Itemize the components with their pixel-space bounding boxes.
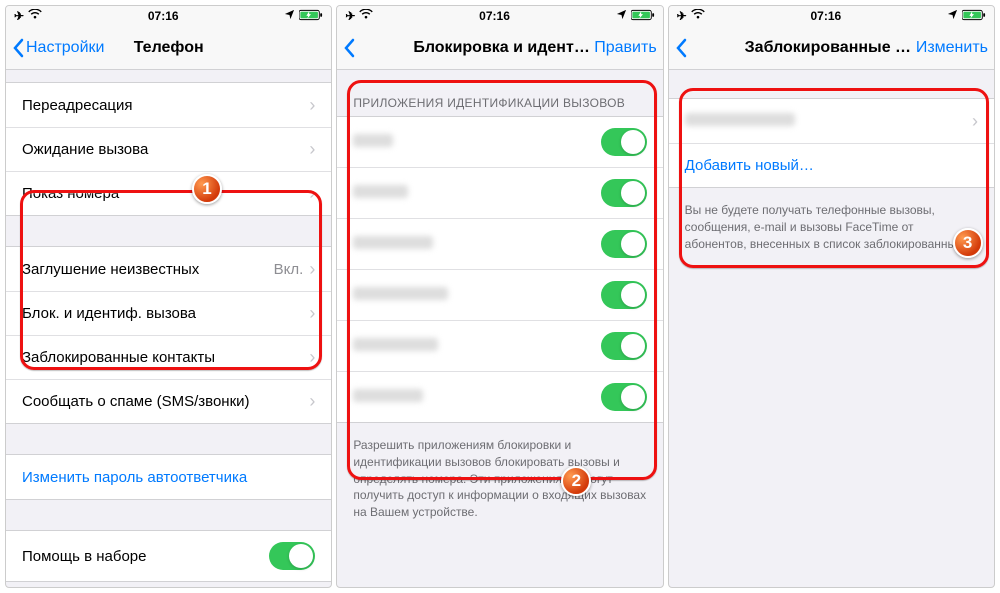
label: Блок. и идентиф. вызова	[22, 305, 309, 322]
location-icon	[284, 9, 295, 23]
row-blocked-contacts[interactable]: Заблокированные контакты ›	[6, 335, 331, 379]
chevron-right-icon: ›	[309, 391, 315, 412]
status-bar: ✈︎ 07:16	[337, 6, 662, 26]
label: Изменить пароль автоответчика	[22, 469, 315, 486]
chevron-right-icon: ›	[309, 303, 315, 324]
status-bar: ✈︎ 07:16	[6, 6, 331, 26]
edit-button[interactable]: Изменить	[916, 39, 988, 57]
label: Сообщать о спаме (SMS/звонки)	[22, 393, 309, 410]
edit-button[interactable]: Править	[594, 39, 656, 57]
back-button[interactable]	[343, 38, 355, 58]
blocked-contact-row[interactable]: ›	[669, 99, 994, 143]
app-row[interactable]	[337, 320, 662, 371]
chevron-right-icon: ›	[309, 183, 315, 204]
page-title: Заблокированные конта…	[695, 39, 916, 57]
group-header: ПРИЛОЖЕНИЯ ИДЕНТИФИКАЦИИ ВЫЗОВОВ	[337, 90, 662, 116]
label: Переадресация	[22, 97, 309, 114]
screen-phone-settings: ✈︎ 07:16 Настройки Телефон Переадресация…	[5, 5, 332, 588]
label: Заглушение неизвестных	[22, 261, 274, 278]
label: Заблокированные контакты	[22, 349, 309, 366]
chevron-right-icon: ›	[309, 347, 315, 368]
app-row[interactable]	[337, 371, 662, 422]
detail: Вкл.	[274, 261, 304, 278]
screen-blocked-contacts: ✈︎ 07:16 Заблокированные конта… Изменить…	[668, 5, 995, 588]
app-toggle[interactable]	[601, 179, 647, 207]
chevron-right-icon: ›	[309, 259, 315, 280]
content: ПРИЛОЖЕНИЯ ИДЕНТИФИКАЦИИ ВЫЗОВОВ	[337, 70, 662, 587]
page-title: Блокировка и идентиф. в…	[363, 39, 594, 57]
nav-bar: Заблокированные конта… Изменить	[669, 26, 994, 70]
location-icon	[947, 9, 958, 23]
chevron-right-icon: ›	[972, 111, 978, 132]
wifi-icon	[691, 9, 705, 23]
group-dial-assist: Помощь в наборе	[6, 530, 331, 582]
nav-bar: Настройки Телефон	[6, 26, 331, 70]
back-button[interactable]	[675, 38, 687, 58]
nav-bar: Блокировка и идентиф. в… Править	[337, 26, 662, 70]
airplane-icon: ✈︎	[677, 9, 687, 23]
app-row[interactable]	[337, 218, 662, 269]
add-new-label: Добавить новый…	[685, 157, 978, 174]
blocked-footer: Вы не будете получать телефонные вызовы,…	[669, 196, 994, 252]
status-time: 07:16	[811, 9, 842, 23]
row-call-waiting[interactable]: Ожидание вызова ›	[6, 127, 331, 171]
screen-call-id-apps: ✈︎ 07:16 Блокировка и идентиф. в… Правит…	[336, 5, 663, 588]
back-label: Настройки	[26, 39, 104, 57]
battery-icon	[631, 9, 655, 24]
content: › Добавить новый… Вы не будете получать …	[669, 70, 994, 587]
group-call-options: Переадресация › Ожидание вызова › Показ …	[6, 82, 331, 216]
row-report-spam[interactable]: Сообщать о спаме (SMS/звонки) ›	[6, 379, 331, 423]
content: Переадресация › Ожидание вызова › Показ …	[6, 70, 331, 587]
airplane-icon: ✈︎	[345, 9, 355, 23]
row-dial-assist[interactable]: Помощь в наборе	[6, 531, 331, 581]
battery-icon	[299, 9, 323, 24]
app-toggle[interactable]	[601, 230, 647, 258]
group-voicemail: Изменить пароль автоответчика	[6, 454, 331, 500]
row-silence-unknown[interactable]: Заглушение неизвестных Вкл. ›	[6, 247, 331, 291]
label: Ожидание вызова	[22, 141, 309, 158]
back-button[interactable]: Настройки	[12, 38, 104, 58]
row-change-vm-password[interactable]: Изменить пароль автоответчика	[6, 455, 331, 499]
app-toggle[interactable]	[601, 383, 647, 411]
group-apps	[337, 116, 662, 423]
chevron-right-icon: ›	[309, 139, 315, 160]
apps-footer: Разрешить приложениям блокировки и идент…	[337, 431, 662, 521]
label: Помощь в наборе	[22, 548, 269, 565]
app-toggle[interactable]	[601, 281, 647, 309]
battery-icon	[962, 9, 986, 24]
add-new-row[interactable]: Добавить новый…	[669, 143, 994, 187]
status-time: 07:16	[148, 9, 179, 23]
chevron-right-icon: ›	[309, 95, 315, 116]
status-time: 07:16	[479, 9, 510, 23]
airplane-icon: ✈︎	[14, 9, 24, 23]
label: Показ номера	[22, 185, 309, 202]
app-toggle[interactable]	[601, 332, 647, 360]
dial-assist-toggle[interactable]	[269, 542, 315, 570]
status-bar: ✈︎ 07:16	[669, 6, 994, 26]
wifi-icon	[359, 9, 373, 23]
row-block-id[interactable]: Блок. и идентиф. вызова ›	[6, 291, 331, 335]
group-blocking: Заглушение неизвестных Вкл. › Блок. и ид…	[6, 246, 331, 424]
app-toggle[interactable]	[601, 128, 647, 156]
row-forwarding[interactable]: Переадресация ›	[6, 83, 331, 127]
group-blocked-list: › Добавить новый…	[669, 98, 994, 188]
app-row[interactable]	[337, 167, 662, 218]
row-caller-id[interactable]: Показ номера ›	[6, 171, 331, 215]
app-row[interactable]	[337, 269, 662, 320]
app-row[interactable]	[337, 117, 662, 167]
wifi-icon	[28, 9, 42, 23]
location-icon	[616, 9, 627, 23]
